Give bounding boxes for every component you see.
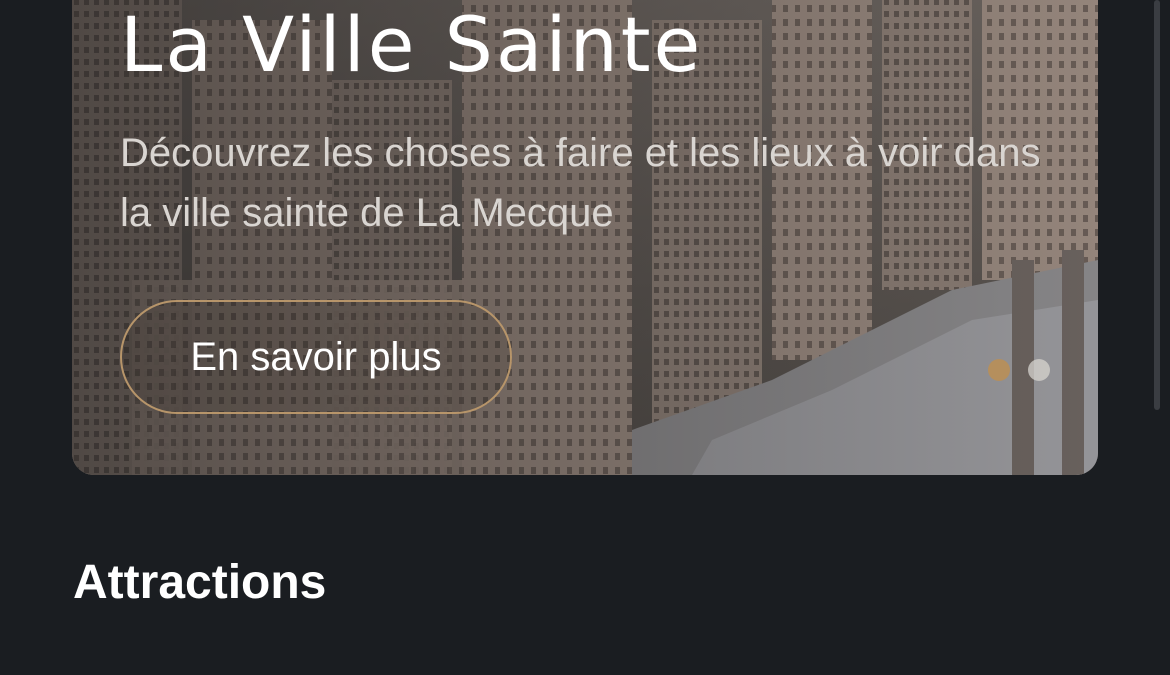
attractions-heading: Attractions bbox=[73, 556, 327, 609]
hero-title: La Ville Sainte bbox=[120, 0, 704, 89]
hero-subtitle: Découvrez les choses à faire et les lieu… bbox=[120, 131, 1041, 235]
learn-more-label: En savoir plus bbox=[190, 334, 442, 379]
learn-more-button[interactable]: En savoir plus bbox=[120, 300, 512, 414]
carousel-dot-2[interactable] bbox=[1028, 359, 1050, 381]
hero-banner: La Ville Sainte Découvrez les choses à f… bbox=[72, 0, 1098, 475]
scrollbar[interactable] bbox=[1154, 0, 1160, 410]
carousel-pagination bbox=[988, 359, 1050, 381]
carousel-dot-1[interactable] bbox=[988, 359, 1010, 381]
